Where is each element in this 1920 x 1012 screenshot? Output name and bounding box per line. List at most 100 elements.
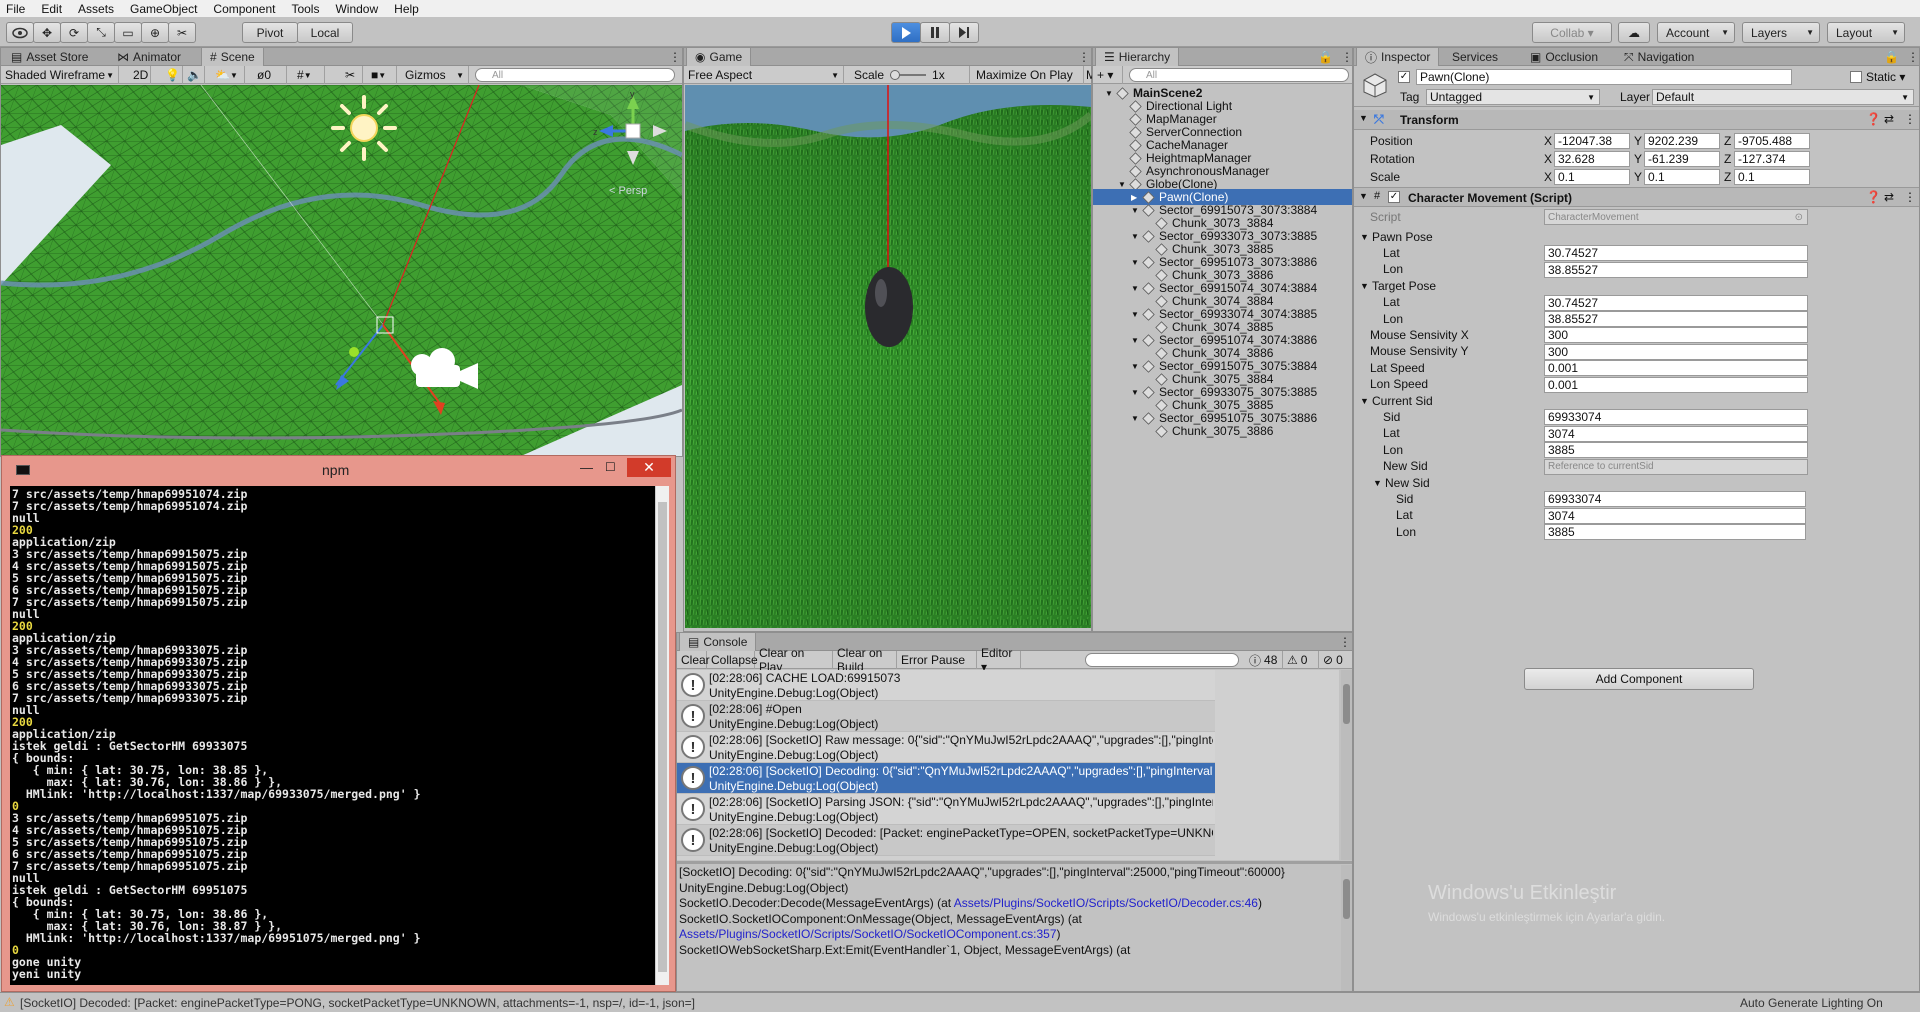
menu-item-edit[interactable]: Edit	[41, 2, 62, 16]
console-clear-on-build-button[interactable]: Clear on Build	[833, 646, 897, 674]
grid-dropdown[interactable]: # ▼	[293, 66, 325, 84]
2d-toggle[interactable]: 2D	[129, 66, 151, 84]
console-log-entry[interactable]: ! [02:28:06] [SocketIO] Decoding: 0{"sid"…	[677, 763, 1215, 794]
error-count-toggle[interactable]: ⊘ 0	[1319, 651, 1351, 669]
audio-toggle[interactable]: 🔈	[183, 66, 205, 84]
console-log-entry[interactable]: ! [02:28:06] [SocketIO] Raw message: 0{"s…	[677, 732, 1215, 763]
field-input-lon[interactable]: 3885	[1544, 524, 1806, 541]
field-input-mouse-sensivity-x[interactable]: 300	[1544, 327, 1808, 344]
camera-dropdown[interactable]: ■ ▼	[367, 66, 397, 84]
npm-output[interactable]: 7 src/assets/temp/hmap69951074.zip 7 src/…	[10, 486, 655, 985]
close-icon[interactable]: ✕	[627, 458, 671, 477]
effects-dropdown[interactable]: ⛅ ▼	[211, 66, 245, 84]
maximize-on-play-toggle[interactable]: Maximize On Play	[972, 66, 1084, 84]
pause-button[interactable]	[920, 22, 950, 43]
field-input-script[interactable]: CharacterMovement ⊙	[1544, 209, 1808, 225]
play-button[interactable]	[891, 22, 921, 43]
console-log-entry[interactable]: ! [02:28:06] [SocketIO] Decoded: [Packet:…	[677, 825, 1215, 856]
npm-scroll-thumb[interactable]	[658, 502, 667, 972]
step-button[interactable]	[949, 22, 979, 43]
console-detail-scrollbar[interactable]	[1341, 865, 1352, 991]
tab-console[interactable]: ▤ Console	[679, 633, 757, 651]
local-button[interactable]: Local	[297, 22, 353, 43]
field-label-target-pose[interactable]: Target Pose	[1372, 277, 1436, 294]
field-input-sid[interactable]: 69933074	[1544, 491, 1806, 508]
script-header[interactable]: ▼ # ✓ Character Movement (Script) ❓ ⇄ ⋮	[1354, 187, 1919, 207]
hierarchy-search-input[interactable]: All	[1129, 68, 1349, 82]
status-message[interactable]: [SocketIO] Decoded: [Packet: enginePacke…	[20, 996, 695, 1010]
hierarchy-item[interactable]: Chunk_3075_3886	[1093, 423, 1352, 439]
orientation-gizmo[interactable]: y z	[591, 89, 671, 189]
scale-x-input[interactable]: 0.1	[1554, 169, 1630, 185]
console-search-input[interactable]	[1085, 653, 1239, 667]
field-input-lat[interactable]: 30.74527	[1544, 245, 1808, 262]
transform-tool-button[interactable]: ⊕	[141, 22, 169, 43]
help-icon[interactable]: ❓	[1866, 112, 1881, 126]
hidden-count[interactable]: ø0	[253, 66, 287, 84]
chevron-down-icon[interactable]: ▼	[1360, 392, 1369, 409]
collab-button[interactable]: Collab ▾	[1532, 22, 1612, 43]
component-menu-icon[interactable]: ⋮	[1904, 112, 1916, 126]
scroll-thumb[interactable]	[1343, 879, 1350, 919]
custom-tool-button[interactable]: ✂	[168, 22, 196, 43]
field-label-new-sid[interactable]: New Sid	[1385, 474, 1430, 491]
minimize-icon[interactable]: —	[580, 460, 593, 475]
field-label-current-sid[interactable]: Current Sid	[1372, 392, 1433, 409]
tab-inspector[interactable]: ⓘ Inspector	[1356, 48, 1440, 66]
perspective-label[interactable]: < Persp	[609, 185, 647, 197]
scroll-thumb[interactable]	[1343, 684, 1350, 724]
object-picker-icon[interactable]: ⊙	[1795, 212, 1803, 223]
console-log-entry[interactable]: ! [02:28:06] [SocketIO] Parsing JSON: {"s…	[677, 794, 1215, 825]
panel-menu-icon[interactable]: ⋮	[1899, 48, 1920, 66]
view-tool-button[interactable]	[6, 22, 34, 43]
field-input-lon-speed[interactable]: 0.001	[1544, 376, 1808, 393]
chevron-down-icon[interactable]: ▼	[1373, 474, 1382, 491]
rotation-x-input[interactable]: 32.628	[1554, 151, 1630, 167]
scale-thumb[interactable]	[890, 70, 901, 80]
field-input-mouse-sensivity-y[interactable]: 300	[1544, 343, 1808, 360]
tab-game[interactable]: ◉ Game	[686, 48, 752, 66]
layout-dropdown[interactable]: Layout ▼	[1827, 22, 1905, 43]
tab-hierarchy[interactable]: ☰ Hierarchy	[1095, 48, 1180, 66]
field-input-lon[interactable]: 38.85527	[1544, 261, 1808, 278]
maximize-icon[interactable]: ☐	[605, 460, 616, 474]
transform-header[interactable]: ▼ ⤱ Transform ❓ ⇄ ⋮	[1354, 110, 1919, 130]
field-input-lon[interactable]: 3885	[1544, 442, 1808, 459]
preset-icon[interactable]: ⇄	[1884, 190, 1894, 204]
pivot-button[interactable]: Pivot	[242, 22, 298, 43]
tab-services[interactable]: Services	[1444, 48, 1506, 66]
rotation-z-input[interactable]: -127.374	[1734, 151, 1810, 167]
scene-viewport[interactable]: y z < Persp	[1, 85, 682, 456]
tab-animator[interactable]: ⋈ Animator	[109, 48, 189, 66]
active-checkbox[interactable]: ✓	[1398, 71, 1410, 83]
field-label-pawn-pose[interactable]: Pawn Pose	[1372, 228, 1433, 245]
field-input-lat[interactable]: 30.74527	[1544, 294, 1808, 311]
game-viewport[interactable]	[685, 85, 1091, 628]
field-input-new-sid[interactable]: Reference to currentSid	[1544, 458, 1808, 475]
tools-toggle[interactable]: ✂	[341, 66, 363, 84]
tab-asset-store[interactable]: ▤ Asset Store	[3, 48, 96, 66]
gizmos-dropdown[interactable]: Gizmos ▼	[401, 66, 469, 84]
field-input-lat-speed[interactable]: 0.001	[1544, 360, 1808, 377]
stack-link[interactable]: Assets/Plugins/SocketIO/Scripts/SocketIO…	[954, 896, 1258, 910]
menu-item-assets[interactable]: Assets	[78, 2, 114, 16]
object-name-input[interactable]: Pawn(Clone)	[1416, 69, 1792, 85]
menu-item-component[interactable]: Component	[213, 2, 275, 16]
log-count-toggle[interactable]: ⓘ 48	[1245, 651, 1283, 669]
rotate-tool-button[interactable]: ⟳	[60, 22, 88, 43]
layers-dropdown[interactable]: Layers ▼	[1742, 22, 1820, 43]
position-x-input[interactable]: -12047.38	[1554, 133, 1630, 149]
tab-navigation[interactable]: ⤧ Navigation	[1616, 48, 1702, 66]
layer-dropdown[interactable]: Default ▼	[1652, 89, 1914, 105]
scale-tool-button[interactable]: ⤡	[87, 22, 115, 43]
script-enabled-checkbox[interactable]: ✓	[1388, 191, 1400, 203]
menu-item-help[interactable]: Help	[394, 2, 419, 16]
static-dropdown[interactable]: Static ▾	[1866, 70, 1905, 84]
console-log-entry[interactable]: ! [02:28:06] #Open UnityEngine.Debug:Log(O…	[677, 701, 1215, 732]
rect-tool-button[interactable]: ▭	[114, 22, 142, 43]
stack-link[interactable]: Assets/Plugins/SocketIO/Scripts/SocketIO…	[679, 927, 1057, 941]
console-splitter[interactable]	[677, 861, 1352, 864]
field-input-lat[interactable]: 3074	[1544, 507, 1806, 524]
scale-slider[interactable]: Scale 1x	[850, 66, 970, 84]
field-input-lat[interactable]: 3074	[1544, 425, 1808, 442]
